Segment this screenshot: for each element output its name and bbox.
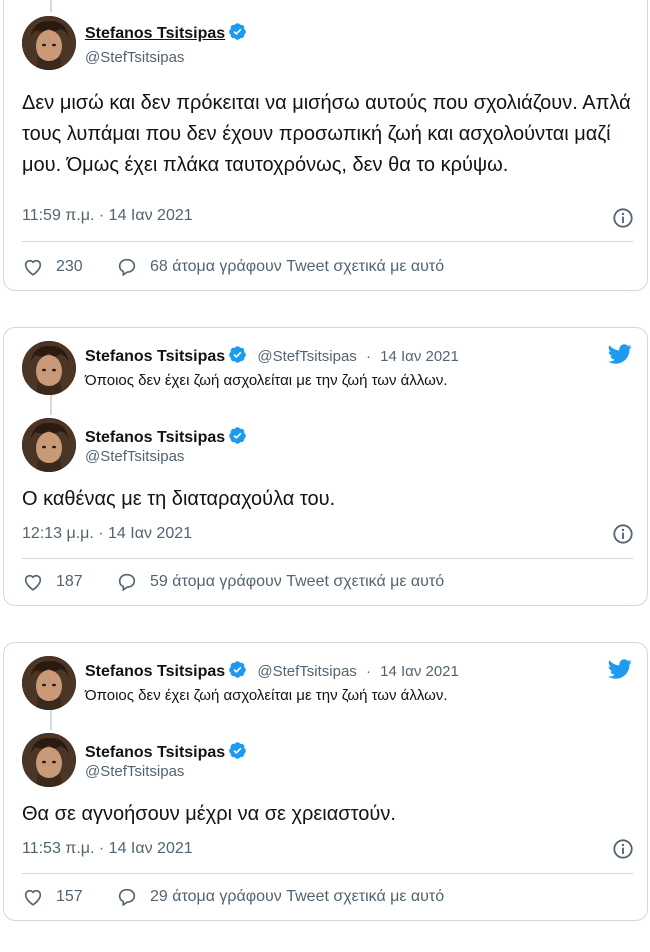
- tweet-card-3: Stefanos Tsitsipas @StefTsitsipas · 14 Ι…: [3, 642, 648, 921]
- replies-label: 68 άτομα γράφουν Tweet σχετικά με αυτό: [150, 258, 445, 275]
- tweet-card-1: Stefanos Tsitsipas @StefTsitsipas Δεν μι…: [3, 0, 648, 291]
- author-handle[interactable]: @StefTsitsipas: [85, 763, 184, 780]
- verified-badge-icon: [229, 427, 246, 444]
- verified-badge-icon: [229, 23, 246, 40]
- like-count: 230: [56, 258, 83, 275]
- parent-avatar[interactable]: [22, 656, 76, 710]
- author-name[interactable]: Stefanos Tsitsipas: [85, 426, 247, 447]
- like-count: 187: [56, 573, 83, 590]
- parent-handle[interactable]: @StefTsitsipas: [257, 348, 356, 365]
- tweet-text: Ο καθένας με τη διαταραχούλα του.: [22, 488, 336, 510]
- parent-date[interactable]: 14 Ιαν 2021: [380, 663, 459, 680]
- divider: [22, 558, 633, 559]
- comment-icon: [118, 258, 136, 277]
- replies-action[interactable]: 59 άτομα γράφουν Tweet σχετικά με αυτό: [116, 571, 444, 593]
- twitter-bird-icon[interactable]: [606, 657, 634, 681]
- tweet-timestamp[interactable]: 12:13 μ.μ. · 14 Ιαν 2021: [22, 525, 192, 543]
- parent-tweet-text: Όποιος δεν έχει ζωή ασχολείται με την ζω…: [85, 372, 448, 389]
- verified-badge-icon: [229, 742, 246, 759]
- parent-date[interactable]: 14 Ιαν 2021: [380, 348, 459, 365]
- parent-author-name[interactable]: Stefanos Tsitsipas: [85, 348, 225, 365]
- heart-icon: [24, 889, 42, 906]
- replies-label: 59 άτομα γράφουν Tweet σχετικά με αυτό: [150, 573, 445, 590]
- author-handle[interactable]: @StefTsitsipas: [85, 49, 184, 66]
- tweet-card-2: Stefanos Tsitsipas @StefTsitsipas · 14 Ι…: [3, 327, 648, 606]
- parent-handle[interactable]: @StefTsitsipas: [257, 663, 356, 680]
- like-action[interactable]: 157: [22, 886, 83, 908]
- author-avatar[interactable]: [22, 16, 76, 70]
- like-action[interactable]: 230: [22, 256, 83, 278]
- heart-icon: [24, 574, 42, 591]
- author-name-text[interactable]: Stefanos Tsitsipas: [85, 429, 225, 446]
- like-count: 157: [56, 888, 83, 905]
- tweet-timestamp[interactable]: 11:59 π.μ. · 14 Ιαν 2021: [22, 207, 193, 225]
- info-icon[interactable]: [612, 838, 634, 860]
- twitter-bird-icon[interactable]: [606, 342, 634, 366]
- replies-label: 29 άτομα γράφουν Tweet σχετικά με αυτό: [150, 888, 445, 905]
- author-avatar[interactable]: [22, 733, 76, 787]
- author-name[interactable]: Stefanos Tsitsipas: [85, 22, 247, 43]
- thread-line: [50, 395, 52, 415]
- author-name[interactable]: Stefanos Tsitsipas: [85, 741, 247, 762]
- tweet-text: Θα σε αγνοήσουν μέχρι να σε χρειαστούν.: [22, 803, 396, 825]
- author-name-text[interactable]: Stefanos Tsitsipas: [85, 25, 225, 42]
- comment-icon: [118, 573, 136, 592]
- comment-icon: [118, 888, 136, 907]
- tweet-text: Δεν μισώ και δεν πρόκειται να μισήσω αυτ…: [22, 92, 631, 176]
- verified-badge-icon: [229, 661, 246, 678]
- divider: [22, 873, 633, 874]
- author-handle[interactable]: @StefTsitsipas: [85, 448, 184, 465]
- separator-dot: ·: [365, 348, 371, 365]
- like-action[interactable]: 187: [22, 571, 83, 593]
- info-icon[interactable]: [612, 207, 634, 229]
- author-avatar[interactable]: [22, 418, 76, 472]
- replies-action[interactable]: 68 άτομα γράφουν Tweet σχετικά με αυτό: [116, 256, 444, 278]
- heart-icon: [24, 259, 42, 276]
- parent-header: Stefanos Tsitsipas @StefTsitsipas · 14 Ι…: [85, 345, 459, 366]
- info-icon[interactable]: [612, 523, 634, 545]
- parent-avatar[interactable]: [22, 341, 76, 395]
- parent-header: Stefanos Tsitsipas @StefTsitsipas · 14 Ι…: [85, 660, 459, 681]
- author-name-text[interactable]: Stefanos Tsitsipas: [85, 744, 225, 761]
- thread-line: [50, 710, 52, 730]
- divider: [22, 241, 633, 242]
- verified-badge-icon: [229, 346, 246, 363]
- tweet-timestamp[interactable]: 11:53 π.μ. · 14 Ιαν 2021: [22, 840, 193, 858]
- parent-author-name[interactable]: Stefanos Tsitsipas: [85, 663, 225, 680]
- replies-action[interactable]: 29 άτομα γράφουν Tweet σχετικά με αυτό: [116, 886, 444, 908]
- parent-tweet-text: Όποιος δεν έχει ζωή ασχολείται με την ζω…: [85, 687, 448, 704]
- separator-dot: ·: [365, 663, 371, 680]
- thread-line: [50, 0, 52, 12]
